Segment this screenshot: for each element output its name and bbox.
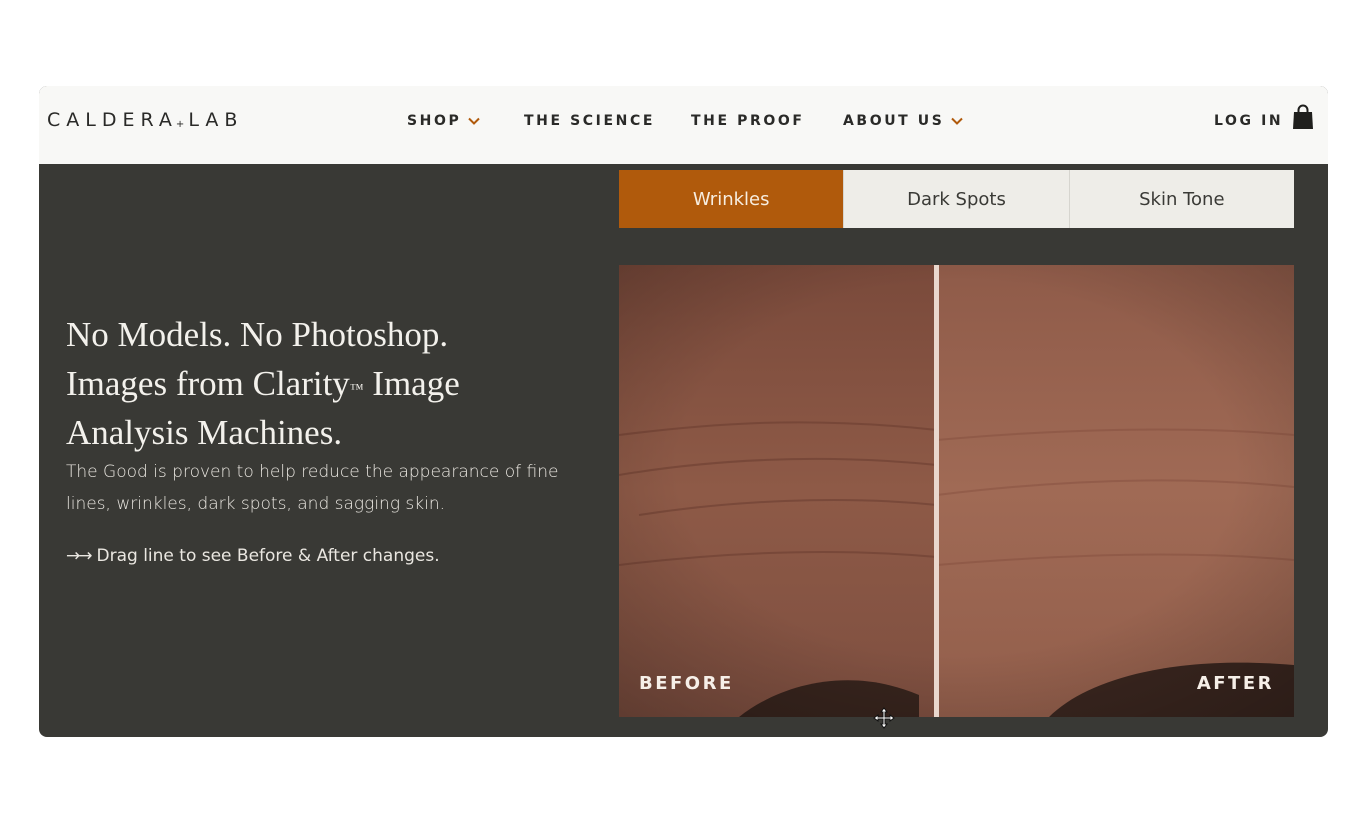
after-label: AFTER [1196, 673, 1274, 694]
before-label: BEFORE [639, 673, 734, 694]
tab-wrinkles[interactable]: Wrinkles [619, 170, 844, 228]
trademark-symbol: ™ [349, 382, 364, 397]
headline-line-2b: Image [363, 364, 460, 403]
shopping-bag-icon[interactable] [1292, 104, 1314, 130]
before-after-slider[interactable]: BEFORE AFTER [619, 265, 1294, 717]
logo-plus: + [175, 118, 185, 130]
top-navbar: CALDERA + LAB SHOP THE SCIENCE THE PROOF… [39, 86, 1328, 164]
login-label: LOG IN [1214, 113, 1284, 129]
headline-line-2a: Images from Clarity [66, 364, 350, 403]
hero-headline: No Models. No Photoshop. Images from Cla… [66, 310, 586, 457]
tab-skin-tone[interactable]: Skin Tone [1068, 170, 1294, 228]
move-cursor-icon[interactable] [873, 707, 895, 729]
headline-line-1: No Models. No Photoshop. [66, 315, 449, 354]
logo-word-right: LAB [188, 109, 244, 131]
headline-line-3: Analysis Machines. [66, 413, 343, 452]
chevron-down-icon [468, 117, 481, 125]
nav-item-the-science-label: THE SCIENCE [524, 113, 655, 129]
nav-item-the-proof-label: THE PROOF [691, 113, 805, 129]
chevron-down-icon [951, 117, 964, 125]
concern-tabs: Wrinkles Dark Spots Skin Tone [619, 170, 1294, 228]
nav-item-the-proof[interactable]: THE PROOF [691, 112, 805, 130]
nav-item-the-science[interactable]: THE SCIENCE [524, 112, 655, 130]
drag-hint-text: Drag line to see Before & After changes. [96, 546, 440, 566]
skin-comparison-image [619, 265, 1294, 717]
login-link[interactable]: LOG IN [1214, 112, 1283, 130]
logo-word-left: CALDERA [47, 109, 178, 131]
brand-logo[interactable]: CALDERA + LAB [47, 108, 243, 132]
double-arrow-right-icon: →→ [66, 546, 92, 566]
hero-description: The Good is proven to help reduce the ap… [66, 462, 559, 514]
nav-item-shop-label: SHOP [407, 113, 462, 129]
nav-item-shop[interactable]: SHOP [407, 112, 481, 130]
slider-divider-line[interactable] [934, 265, 939, 717]
nav-item-about-us[interactable]: ABOUT US [843, 112, 964, 130]
page-frame: CALDERA + LAB SHOP THE SCIENCE THE PROOF… [39, 86, 1328, 737]
tab-dark-spots[interactable]: Dark Spots [843, 170, 1069, 228]
nav-item-about-us-label: ABOUT US [843, 113, 945, 129]
drag-hint: →→ Drag line to see Before & After chang… [66, 541, 586, 571]
image-vignette [619, 265, 1294, 717]
